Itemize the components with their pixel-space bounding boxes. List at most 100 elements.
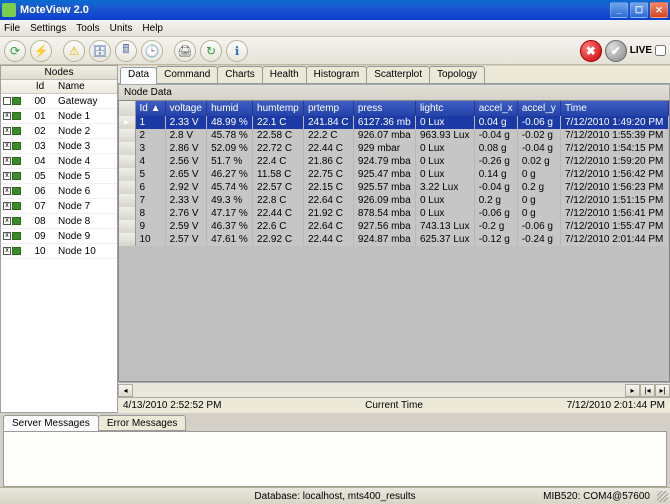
grid-row[interactable]: 72.33 V49.3 %22.8 C22.64 C926.09 mba0 Lu…: [119, 194, 669, 207]
menu-units[interactable]: Units: [110, 23, 133, 34]
message-panel[interactable]: [3, 431, 667, 487]
node-name: Node 9: [55, 230, 117, 243]
grid-column-header[interactable]: accel_x: [474, 101, 517, 116]
scroll-right-button[interactable]: ▸: [625, 384, 640, 397]
scroll-first-button[interactable]: |◂: [640, 384, 655, 397]
grid-row[interactable]: 62.92 V45.74 %22.57 C22.15 C925.57 mba3.…: [119, 181, 669, 194]
node-checkbox[interactable]: x: [3, 112, 11, 120]
grid-cell: 7/12/2010 1:56:23 PM: [560, 181, 668, 194]
tab-command[interactable]: Command: [156, 66, 218, 83]
grid-cell: 6: [135, 181, 165, 194]
grid-cell: 49.3 %: [207, 194, 253, 207]
grid-row[interactable]: ▸12.33 V48.99 %22.1 C241.84 C6127.36 mb0…: [119, 116, 669, 129]
info-icon[interactable]: ℹ: [226, 40, 248, 62]
grid-cell: 6127.36 mb: [353, 116, 415, 129]
grid-cell: 45.74 %: [207, 181, 253, 194]
tab-charts[interactable]: Charts: [217, 66, 262, 83]
grid-row[interactable]: 82.76 V47.17 %22.44 C21.92 C878.54 mba0 …: [119, 207, 669, 220]
warning-icon[interactable]: ⚠: [63, 40, 85, 62]
grid-row[interactable]: 32.86 V52.09 %22.72 C22.44 C929 mbar0 Lu…: [119, 142, 669, 155]
node-row[interactable]: x09Node 9: [1, 229, 117, 244]
sidebar-title: Nodes: [1, 66, 117, 80]
message-tab[interactable]: Error Messages: [98, 415, 187, 431]
node-row[interactable]: x01Node 1: [1, 109, 117, 124]
app-icon: [2, 3, 16, 17]
menu-tools[interactable]: Tools: [76, 23, 99, 34]
grid-cell: 21.86 C: [303, 155, 353, 168]
resize-grip[interactable]: [657, 491, 668, 502]
node-name: Node 3: [55, 140, 117, 153]
calculator-icon[interactable]: 🖩: [115, 40, 137, 62]
grid-column-header[interactable]: voltage: [165, 101, 206, 116]
node-row[interactable]: 00Gateway: [1, 94, 117, 109]
node-checkbox[interactable]: x: [3, 142, 11, 150]
tab-scatterplot[interactable]: Scatterplot: [366, 66, 430, 83]
node-row[interactable]: x08Node 8: [1, 214, 117, 229]
grid-cell: 52.09 %: [207, 142, 253, 155]
node-checkbox[interactable]: x: [3, 127, 11, 135]
node-row[interactable]: x06Node 6: [1, 184, 117, 199]
clock-icon[interactable]: 🕒: [141, 40, 163, 62]
node-row[interactable]: x04Node 4: [1, 154, 117, 169]
grid-column-header[interactable]: press: [353, 101, 415, 116]
close-button[interactable]: ✕: [650, 2, 668, 18]
horizontal-scrollbar[interactable]: ◂ ▸ |◂ ▸|: [118, 382, 670, 397]
grid-column-header[interactable]: humid: [207, 101, 253, 116]
refresh-icon[interactable]: ⟳: [4, 40, 26, 62]
node-row[interactable]: x05Node 5: [1, 169, 117, 184]
grid-cell: 22.8 C: [253, 194, 304, 207]
menu-help[interactable]: Help: [142, 23, 163, 34]
node-row[interactable]: x03Node 3: [1, 139, 117, 154]
menu-file[interactable]: File: [4, 23, 20, 34]
grid-cell: 625.37 Lux: [415, 233, 474, 246]
message-tab[interactable]: Server Messages: [3, 415, 99, 431]
node-checkbox[interactable]: x: [3, 232, 11, 240]
tab-topology[interactable]: Topology: [429, 66, 485, 83]
col-name-header[interactable]: Name: [55, 80, 117, 93]
col-id-header[interactable]: Id: [25, 80, 55, 93]
stop-button[interactable]: ✖: [580, 40, 602, 62]
tab-histogram[interactable]: Histogram: [306, 66, 368, 83]
grid-column-header[interactable]: Id ▲: [135, 101, 165, 116]
node-row[interactable]: x02Node 2: [1, 124, 117, 139]
grid-row[interactable]: 102.57 V47.61 %22.92 C22.44 C924.87 mba6…: [119, 233, 669, 246]
grid-row[interactable]: 42.56 V51.7 %22.4 C21.86 C924.79 mba0 Lu…: [119, 155, 669, 168]
scroll-last-button[interactable]: ▸|: [655, 384, 670, 397]
tab-health[interactable]: Health: [262, 66, 307, 83]
grid-row[interactable]: 22.8 V45.78 %22.58 C22.2 C926.07 mba963.…: [119, 129, 669, 142]
maximize-button[interactable]: ☐: [630, 2, 648, 18]
grid-row[interactable]: 92.59 V46.37 %22.6 C22.64 C927.56 mba743…: [119, 220, 669, 233]
node-checkbox[interactable]: x: [3, 247, 11, 255]
grid-column-header[interactable]: accel_y: [517, 101, 560, 116]
lightning-icon[interactable]: ⚡: [30, 40, 52, 62]
grid-cell: 2.33 V: [165, 116, 206, 129]
accept-button[interactable]: ✔: [605, 40, 627, 62]
node-checkbox[interactable]: x: [3, 217, 11, 225]
menu-settings[interactable]: Settings: [30, 23, 66, 34]
scroll-left-button[interactable]: ◂: [118, 384, 133, 397]
grid-cell: 7/12/2010 1:56:42 PM: [560, 168, 668, 181]
grid-column-header[interactable]: prtemp: [303, 101, 353, 116]
status-database: Database: localhost, mts400_results: [254, 491, 415, 502]
node-row[interactable]: x10Node 10: [1, 244, 117, 259]
node-checkbox[interactable]: x: [3, 157, 11, 165]
grid-column-header[interactable]: humtemp: [253, 101, 304, 116]
grid-column-header[interactable]: lightc: [415, 101, 474, 116]
node-row[interactable]: x07Node 7: [1, 199, 117, 214]
live-checkbox[interactable]: [655, 45, 666, 56]
sync-icon[interactable]: ↻: [200, 40, 222, 62]
grid-column-header[interactable]: Time: [560, 101, 668, 116]
grid-row[interactable]: 52.65 V46.27 %11.58 C22.75 C925.47 mba0 …: [119, 168, 669, 181]
node-checkbox[interactable]: [3, 97, 11, 105]
print-icon[interactable]: 🖨: [174, 40, 196, 62]
node-checkbox[interactable]: x: [3, 172, 11, 180]
data-grid[interactable]: Id ▲voltagehumidhumtempprtemppresslightc…: [118, 100, 670, 382]
database-icon[interactable]: 🗄: [89, 40, 111, 62]
minimize-button[interactable]: _: [610, 2, 628, 18]
node-checkbox[interactable]: x: [3, 202, 11, 210]
grid-cell: 22.1 C: [253, 116, 304, 129]
node-name: Node 7: [55, 200, 117, 213]
tab-data[interactable]: Data: [120, 67, 157, 84]
grid-cell: 0 Lux: [415, 168, 474, 181]
node-checkbox[interactable]: x: [3, 187, 11, 195]
